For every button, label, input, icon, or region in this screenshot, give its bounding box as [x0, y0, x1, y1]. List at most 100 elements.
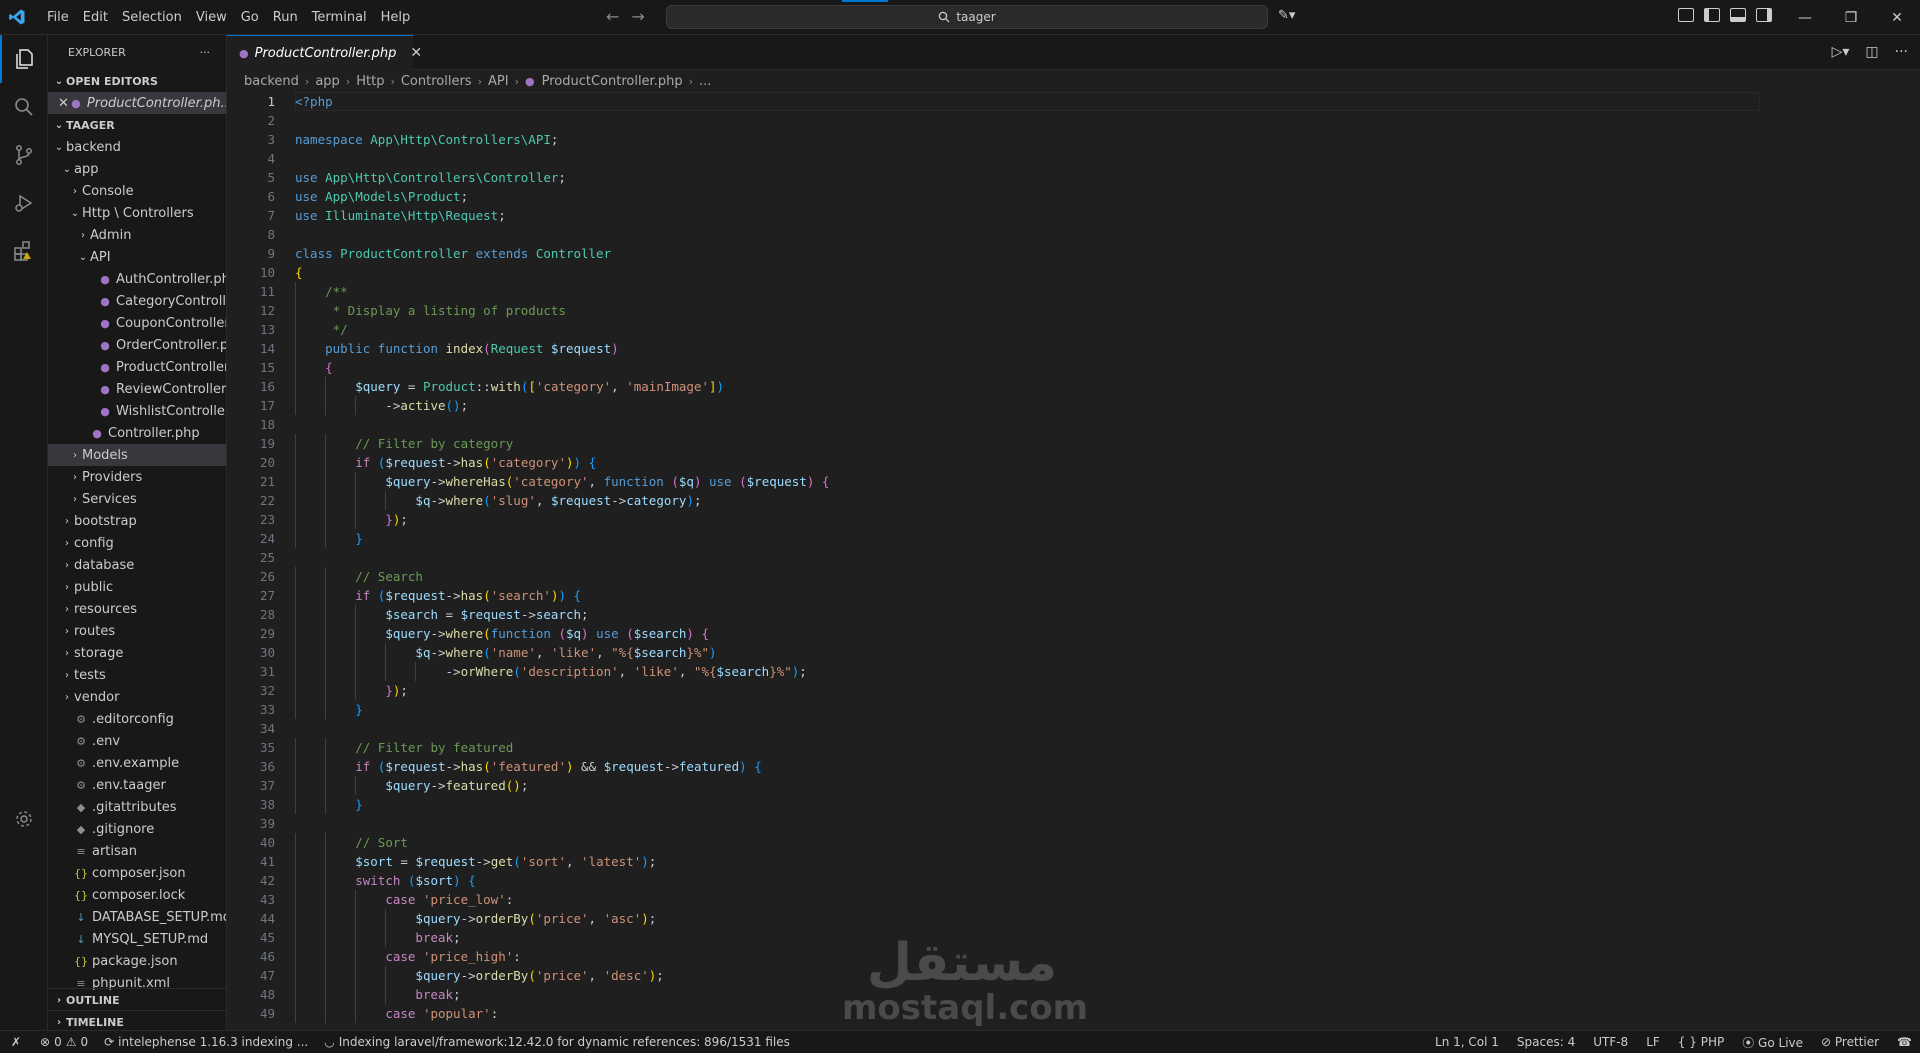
- code-area[interactable]: <?php namespace App\Http\Controllers\API;…: [295, 92, 1775, 1023]
- run-debug-icon[interactable]: [0, 179, 48, 227]
- breadcrumb-item[interactable]: API: [488, 74, 509, 89]
- tree-file[interactable]: ◆ .gitignore: [48, 818, 226, 840]
- run-file-icon[interactable]: ▷▾: [1832, 44, 1850, 60]
- tree-folder[interactable]: › config: [48, 532, 226, 554]
- tree-file[interactable]: ↓ MYSQL_SETUP.md: [48, 928, 226, 950]
- tree-file[interactable]: {} composer.json: [48, 862, 226, 884]
- source-control-icon[interactable]: [0, 131, 48, 179]
- toggle-primary-sidebar-icon[interactable]: [1704, 8, 1720, 22]
- breadcrumb-item[interactable]: backend: [244, 74, 299, 89]
- code-editor[interactable]: 1 2 3 4 5 6 7 8 9 10 11 12 13 14 15 16 17 18 19 20 21 22 23 24 2…: [227, 92, 1920, 1030]
- tree-file[interactable]: ● WishlistController....: [48, 400, 226, 422]
- toggle-secondary-sidebar-icon[interactable]: [1756, 8, 1772, 22]
- encoding[interactable]: UTF-8: [1593, 1035, 1628, 1049]
- prettier-status[interactable]: ⊘ Prettier: [1821, 1035, 1879, 1049]
- tree-folder[interactable]: › Admin: [48, 224, 226, 246]
- tree-folder[interactable]: › tests: [48, 664, 226, 686]
- command-center-search[interactable]: taager: [666, 5, 1268, 29]
- outline-section[interactable]: › OUTLINE: [48, 988, 226, 1011]
- tree-file[interactable]: ● ReviewController.p...: [48, 378, 226, 400]
- cursor-position[interactable]: Ln 1, Col 1: [1435, 1035, 1499, 1049]
- tree-folder[interactable]: › Services: [48, 488, 226, 510]
- intelephense-status[interactable]: ⟳ intelephense 1.16.3 indexing ...: [96, 1035, 316, 1049]
- menu-view[interactable]: View: [189, 0, 234, 35]
- tree-folder[interactable]: › database: [48, 554, 226, 576]
- open-editors-section[interactable]: ⌄ OPEN EDITORS: [48, 70, 226, 92]
- tab-productcontroller[interactable]: ● ProductController.php ✕: [227, 35, 422, 70]
- notifications-bell-icon[interactable]: ☎: [1897, 1035, 1912, 1049]
- tree-file[interactable]: ⚙ .env: [48, 730, 226, 752]
- menu-edit[interactable]: Edit: [76, 0, 115, 35]
- chevron-right-icon: ›: [65, 515, 69, 527]
- tree-file[interactable]: ≡ artisan: [48, 840, 226, 862]
- tree-folder[interactable]: › bootstrap: [48, 510, 226, 532]
- tree-file[interactable]: ⚙ .env.taager: [48, 774, 226, 796]
- close-window-icon[interactable]: ✕: [1874, 0, 1920, 35]
- more-actions-icon[interactable]: ···: [1895, 44, 1908, 60]
- tree-file[interactable]: ● OrderController.php: [48, 334, 226, 356]
- tree-file[interactable]: ⚙ .editorconfig: [48, 708, 226, 730]
- breadcrumb-item[interactable]: Controllers: [401, 74, 472, 89]
- minimize-icon[interactable]: —: [1782, 0, 1828, 35]
- settings-gear-icon[interactable]: [0, 795, 48, 843]
- menu-go[interactable]: Go: [234, 0, 266, 35]
- tree-folder[interactable]: › storage: [48, 642, 226, 664]
- close-editor-icon[interactable]: ✕: [58, 96, 69, 111]
- menu-help[interactable]: Help: [374, 0, 418, 35]
- line-number: 22: [259, 493, 275, 508]
- restore-icon[interactable]: ❐: [1828, 0, 1874, 35]
- open-editor-item[interactable]: ✕ ● ProductController.ph...: [48, 92, 226, 114]
- extensions-icon[interactable]: [0, 227, 48, 275]
- tree-file[interactable]: ● AuthController.php: [48, 268, 226, 290]
- tree-file[interactable]: ● ProductController....: [48, 356, 226, 378]
- forward-arrow-icon[interactable]: →: [631, 7, 644, 26]
- copilot-icon[interactable]: ✎▾: [1278, 8, 1295, 23]
- end-of-line[interactable]: LF: [1646, 1035, 1660, 1049]
- breadcrumb-item[interactable]: ProductController.php: [542, 74, 683, 89]
- tree-folder[interactable]: › routes: [48, 620, 226, 642]
- menu-run[interactable]: Run: [266, 0, 305, 35]
- tree-folder[interactable]: › vendor: [48, 686, 226, 708]
- language-mode[interactable]: { } PHP: [1678, 1035, 1724, 1049]
- tree-folder[interactable]: › Console: [48, 180, 226, 202]
- tree-folder[interactable]: ⌄ backend: [48, 136, 226, 158]
- toggle-panel-icon[interactable]: [1730, 8, 1746, 22]
- tree-file[interactable]: ◆ .gitattributes: [48, 796, 226, 818]
- tree-file[interactable]: {} composer.lock: [48, 884, 226, 906]
- search-view-icon[interactable]: [0, 83, 48, 131]
- editor-tabs: ● ProductController.php ✕ ▷▾ ◫ ···: [227, 35, 1920, 70]
- tree-file[interactable]: ⚙ .env.example: [48, 752, 226, 774]
- breadcrumb-item[interactable]: ...: [699, 74, 711, 89]
- tree-folder[interactable]: › public: [48, 576, 226, 598]
- tree-folder[interactable]: ⌄ API: [48, 246, 226, 268]
- tree-folder[interactable]: ⌄ app: [48, 158, 226, 180]
- tree-folder[interactable]: › Models: [48, 444, 226, 466]
- menu-terminal[interactable]: Terminal: [305, 0, 374, 35]
- tree-file[interactable]: ● CategoryControlle...: [48, 290, 226, 312]
- tree-file[interactable]: {} package.json: [48, 950, 226, 972]
- menu-selection[interactable]: Selection: [115, 0, 189, 35]
- tree-folder[interactable]: › resources: [48, 598, 226, 620]
- menu-file[interactable]: File: [40, 0, 76, 35]
- breadcrumb-item[interactable]: Http: [356, 74, 384, 89]
- code-token: $query: [385, 474, 431, 489]
- indentation[interactable]: Spaces: 4: [1517, 1035, 1575, 1049]
- problems-indicator[interactable]: ⊗ 0 ⚠ 0: [32, 1035, 96, 1049]
- remote-icon[interactable]: ✗: [0, 1031, 32, 1053]
- timeline-section[interactable]: › TIMELINE: [48, 1010, 226, 1030]
- back-arrow-icon[interactable]: ←: [606, 7, 619, 26]
- more-actions-icon[interactable]: ···: [200, 46, 211, 59]
- tree-file[interactable]: ● CouponController....: [48, 312, 226, 334]
- close-tab-icon[interactable]: ✕: [410, 45, 422, 61]
- tree-file[interactable]: ↓ DATABASE_SETUP.md: [48, 906, 226, 928]
- customize-layout-icon[interactable]: [1678, 8, 1694, 22]
- tree-file[interactable]: ● Controller.php: [48, 422, 226, 444]
- tree-folder[interactable]: › Providers: [48, 466, 226, 488]
- split-editor-icon[interactable]: ◫: [1865, 44, 1878, 60]
- go-live-button[interactable]: ⦿ Go Live: [1742, 1034, 1803, 1051]
- breadcrumb-item[interactable]: app: [315, 74, 339, 89]
- code-token: use: [596, 626, 627, 641]
- explorer-icon[interactable]: [0, 35, 48, 83]
- tree-folder[interactable]: ⌄ Http \ Controllers: [48, 202, 226, 224]
- project-section[interactable]: ⌄ TAAGER: [48, 114, 226, 136]
